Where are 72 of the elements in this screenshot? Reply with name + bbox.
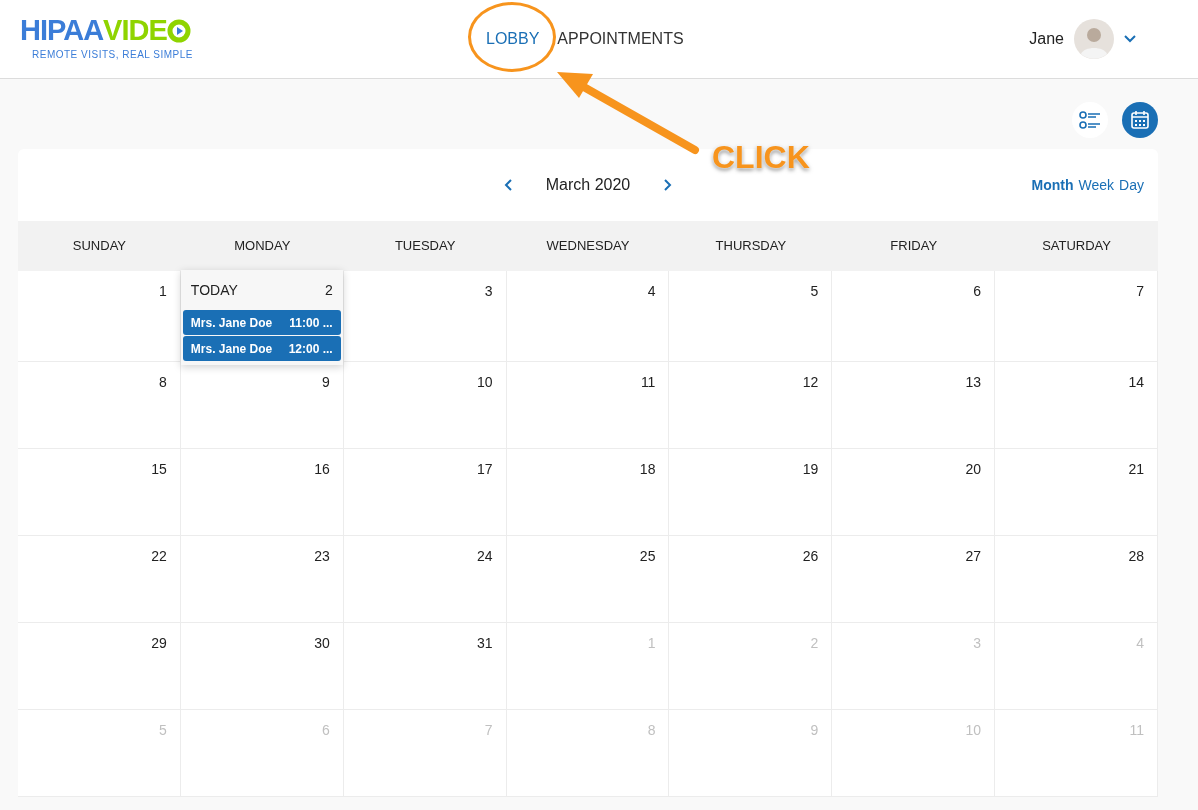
weekday-header: THURSDAY (714, 237, 788, 256)
day-number: 7 (484, 721, 493, 740)
day-number: 22 (151, 547, 167, 566)
day-number: 19 (802, 460, 819, 479)
weekday-header: FRIDAY (889, 237, 939, 256)
day-number: 31 (477, 634, 493, 653)
day-number: 14 (1128, 373, 1144, 392)
weekday-header: TUESDAY (393, 237, 457, 256)
chevron-down-icon[interactable] (1124, 35, 1136, 43)
logo[interactable]: HIPAAVIDE REMOTE VISITS, REAL SIMPLE (20, 16, 460, 62)
day-number: 28 (1128, 547, 1144, 566)
day-number: 9 (321, 373, 330, 392)
day-number: 10 (965, 721, 982, 740)
day-number: 18 (639, 460, 656, 479)
day-number: 3 (484, 282, 493, 301)
day-number: 4 (647, 282, 656, 301)
day-number: 8 (647, 721, 656, 740)
day-number: 8 (159, 373, 167, 392)
nav-tab[interactable]: APPOINTMENTS (557, 27, 684, 51)
day-number: 21 (1128, 460, 1144, 479)
day-number: 10 (477, 373, 493, 392)
weekday-header: SUNDAY (71, 237, 128, 256)
day-number: 1 (647, 634, 656, 653)
day-number: 2 (324, 281, 333, 300)
user-name: Jane (1029, 29, 1064, 49)
day-number: 23 (314, 547, 330, 566)
list-view-button[interactable] (1072, 102, 1108, 138)
day-number: 6 (973, 282, 982, 301)
weekday-header: MONDAY (233, 237, 292, 256)
play-icon (166, 18, 191, 43)
annotation-label: CLICK (712, 138, 810, 177)
day-number: 9 (810, 721, 819, 740)
day-number: 30 (314, 634, 330, 653)
appointment-event[interactable]: Mrs. Jane Doe 11:00 ... (182, 310, 341, 335)
day-number: 2 (810, 634, 819, 653)
day-number: 5 (159, 721, 167, 740)
list-icon (1079, 111, 1101, 129)
day-number: 24 (477, 547, 493, 566)
chevron-right-icon (664, 179, 673, 191)
day-number: 1 (159, 282, 167, 301)
month-title: March 2020 (545, 175, 631, 195)
day-number: 11 (1129, 721, 1144, 740)
next-month-button[interactable] (664, 179, 673, 191)
calendar-view-button[interactable] (1122, 102, 1158, 138)
chevron-left-icon (503, 179, 512, 191)
appointment-event[interactable]: Mrs. Jane Doe 12:00 ... (182, 336, 341, 361)
weekday-header: WEDNESDAY (545, 237, 631, 256)
view-option[interactable]: Day (1119, 174, 1144, 196)
today-cell[interactable]: TODAY 2 Mrs. Jane Doe 11:00 ... Mrs. Jane Doe 12:00 ... (180, 270, 343, 365)
previous-month-button[interactable] (503, 179, 512, 191)
today-label: TODAY (190, 281, 238, 300)
day-number: 3 (973, 634, 982, 653)
day-number: 15 (151, 460, 167, 479)
day-number: 20 (965, 460, 982, 479)
day-number: 17 (477, 460, 493, 479)
view-option[interactable]: Month (1031, 174, 1074, 196)
weekday-header: SATURDAY (1041, 237, 1112, 256)
view-option[interactable]: Week (1078, 174, 1115, 196)
day-number: 29 (151, 634, 167, 653)
day-number: 13 (965, 373, 982, 392)
day-number: 16 (314, 460, 330, 479)
day-number: 5 (810, 282, 819, 301)
day-number: 7 (1136, 282, 1144, 301)
day-number: 6 (321, 721, 330, 740)
day-number: 27 (965, 547, 982, 566)
nav-tab[interactable]: LOBBY (486, 27, 540, 51)
day-number: 26 (802, 547, 819, 566)
day-number: 25 (639, 547, 656, 566)
day-number: 12 (802, 373, 819, 392)
day-number: 11 (640, 373, 656, 392)
calendar-icon (1130, 110, 1150, 130)
day-number: 4 (1136, 634, 1144, 653)
